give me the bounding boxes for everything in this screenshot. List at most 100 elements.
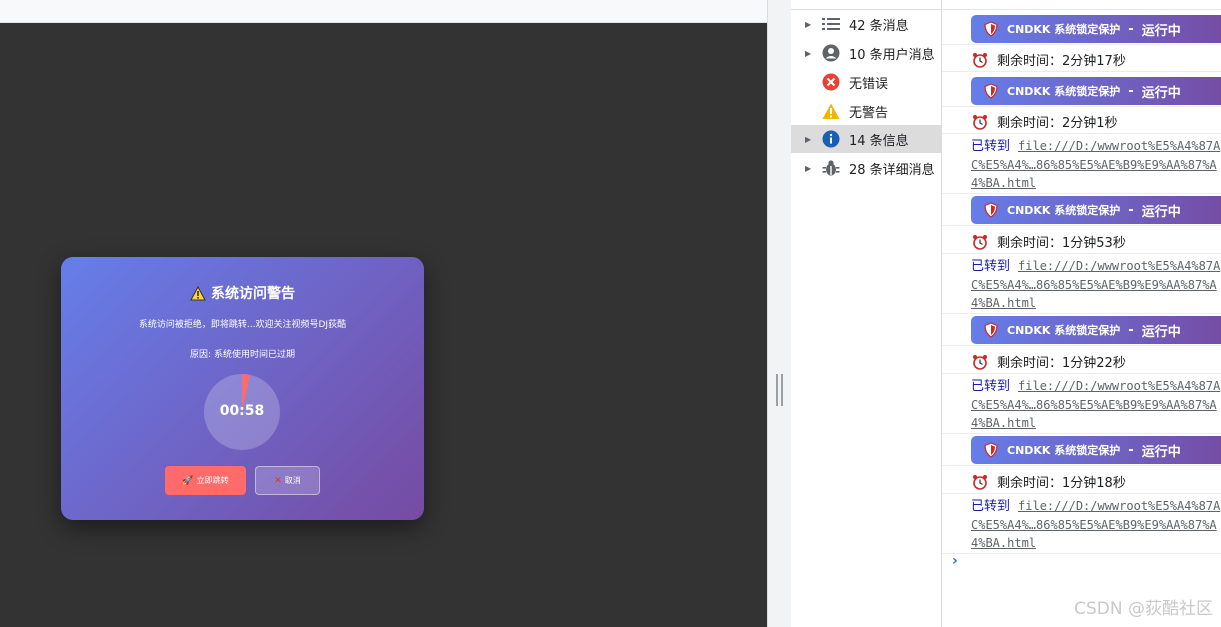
- redirect-line: 已转到 file:///D:/wwwroot%E5%A4%87AC%E5%A4%……: [971, 257, 1221, 312]
- sidebar-item-messages[interactable]: ▶ 42 条消息: [791, 10, 941, 38]
- warning-modal: 系统访问警告 系统访问被拒绝，即将跳转...欢迎关注视频号DJ荻酷 原因: 系统…: [61, 257, 424, 520]
- console-message-banner[interactable]: CNDKK 系统锁定保护 - 运行中: [942, 73, 1221, 107]
- banner-text: CNDKK 系统锁定保护: [1007, 324, 1121, 337]
- countdown-text: 00:58: [219, 403, 265, 419]
- expand-arrow-icon[interactable]: ▶: [805, 164, 815, 173]
- sidebar-item-label: 无警告: [849, 105, 889, 121]
- redirect-now-label: 立即跳转: [196, 476, 229, 485]
- banner-text: CNDKK 系统锁定保护: [1007, 444, 1121, 457]
- console-message-time[interactable]: 剩余时间： 1分钟18秒: [942, 468, 1221, 494]
- banner-separator: -: [1128, 322, 1134, 338]
- banner-status: 运行中: [1141, 444, 1181, 460]
- banner-separator: -: [1128, 21, 1134, 37]
- console-message-redirect[interactable]: 已转到 file:///D:/wwwroot%E5%A4%87AC%E5%A4%……: [942, 493, 1221, 554]
- expand-arrow-icon[interactable]: ▶: [805, 135, 815, 144]
- banner-text: CNDKK 系统锁定保护: [1007, 204, 1121, 217]
- banner-status: 运行中: [1141, 23, 1181, 39]
- banner-separator: -: [1128, 202, 1134, 218]
- rocket-icon: 🚀: [182, 475, 194, 486]
- cancel-button[interactable]: ✕ 取消: [255, 466, 320, 495]
- sidebar-item-label: 14 条信息: [849, 133, 909, 149]
- time-line: 剩余时间： 2分钟1秒: [972, 112, 1118, 131]
- console-message-time[interactable]: 剩余时间： 2分钟1秒: [942, 108, 1221, 134]
- lock-banner: CNDKK 系统锁定保护 - 运行中: [971, 196, 1221, 224]
- redirect-now-button[interactable]: 🚀 立即跳转: [165, 466, 246, 495]
- console-message-redirect[interactable]: 已转到 file:///D:/wwwroot%E5%A4%87AC%E5%A4%……: [942, 253, 1221, 314]
- warning-icon: [821, 101, 841, 121]
- lock-banner: CNDKK 系统锁定保护 - 运行中: [971, 15, 1221, 43]
- time-line: 剩余时间： 1分钟53秒: [972, 232, 1126, 251]
- console-message-time[interactable]: 剩余时间： 1分钟53秒: [942, 228, 1221, 254]
- watermark: CSDN @荻酷社区: [1074, 599, 1213, 619]
- alarm-clock-icon: [973, 114, 987, 130]
- lock-banner: CNDKK 系统锁定保护 - 运行中: [971, 77, 1221, 105]
- sidebar-item-errors[interactable]: 无错误: [791, 68, 941, 96]
- sidebar-item-user-messages[interactable]: ▶ 10 条用户消息: [791, 39, 941, 67]
- console-prompt[interactable]: ›: [952, 553, 958, 569]
- lock-banner: CNDKK 系统锁定保护 - 运行中: [971, 316, 1221, 344]
- sidebar-item-label: 28 条详细消息: [849, 162, 935, 178]
- sidebar-item-label: 10 条用户消息: [849, 47, 935, 63]
- sidebar-item-label: 无错误: [849, 76, 889, 92]
- time-value: 1分钟22秒: [1062, 356, 1126, 371]
- drag-handle-icon[interactable]: [776, 374, 783, 406]
- panel-splitter[interactable]: [767, 0, 791, 627]
- close-icon: ✕: [274, 475, 282, 486]
- warning-icon: [190, 286, 206, 301]
- console-message-redirect[interactable]: 已转到 file:///D:/wwwroot%E5%A4%87AC%E5%A4%……: [942, 373, 1221, 434]
- console-sidebar: ▶ 42 条消息 ▶ 10 条用户消息 无错误 无警告 ▶ 14 条信息 ▶ 2…: [791, 0, 942, 627]
- console-message-banner[interactable]: CNDKK 系统锁定保护 - 运行中: [942, 11, 1221, 45]
- lock-banner: CNDKK 系统锁定保护 - 运行中: [971, 436, 1221, 464]
- sidebar-item-label: 42 条消息: [849, 18, 909, 34]
- redirect-label: 已转到: [971, 139, 1011, 154]
- banner-status: 运行中: [1141, 85, 1181, 101]
- banner-text: CNDKK 系统锁定保护: [1007, 85, 1121, 98]
- cancel-label: 取消: [284, 476, 301, 485]
- console-message-time[interactable]: 剩余时间： 1分钟22秒: [942, 348, 1221, 374]
- banner-status: 运行中: [1141, 324, 1181, 340]
- banner-separator: -: [1128, 83, 1134, 99]
- banner-separator: -: [1128, 442, 1134, 458]
- console-message-banner[interactable]: CNDKK 系统锁定保护 - 运行中: [942, 432, 1221, 466]
- time-value: 2分钟17秒: [1062, 54, 1126, 69]
- banner-status: 运行中: [1141, 204, 1181, 220]
- console-message-redirect[interactable]: 已转到 file:///D:/wwwroot%E5%A4%87AC%E5%A4%……: [942, 133, 1221, 194]
- list-icon: [821, 14, 841, 34]
- modal-title: 系统访问警告: [61, 283, 424, 303]
- time-prefix: 剩余时间：: [997, 476, 1063, 491]
- sidebar-item-verbose[interactable]: ▶ 28 条详细消息: [791, 154, 941, 182]
- time-line: 剩余时间： 2分钟17秒: [972, 50, 1126, 69]
- page-top-bar: [0, 0, 767, 23]
- page-viewport: 系统访问警告 系统访问被拒绝，即将跳转...欢迎关注视频号DJ荻酷 原因: 系统…: [0, 0, 767, 627]
- console-log: CNDKK 系统锁定保护 - 运行中 剩余时间： 2分钟17秒 CNDKK 系统锁…: [942, 0, 1221, 627]
- expand-arrow-icon[interactable]: ▶: [805, 20, 815, 29]
- expand-arrow-icon[interactable]: ▶: [805, 49, 815, 58]
- alarm-clock-icon: [973, 52, 987, 68]
- time-line: 剩余时间： 1分钟18秒: [972, 472, 1126, 491]
- sidebar-item-warnings[interactable]: 无警告: [791, 97, 941, 125]
- redirect-label: 已转到: [971, 259, 1011, 274]
- alarm-clock-icon: [973, 474, 987, 490]
- sidebar-item-info[interactable]: ▶ 14 条信息: [791, 125, 941, 153]
- time-line: 剩余时间： 1分钟22秒: [972, 352, 1126, 371]
- user-icon: [821, 43, 841, 63]
- time-value: 1分钟53秒: [1062, 236, 1126, 251]
- time-value: 2分钟1秒: [1062, 116, 1118, 131]
- console-message-banner[interactable]: CNDKK 系统锁定保护 - 运行中: [942, 192, 1221, 226]
- modal-title-text: 系统访问警告: [211, 286, 295, 302]
- modal-message: 系统访问被拒绝，即将跳转...欢迎关注视频号DJ荻酷: [138, 320, 347, 330]
- banner-text: CNDKK 系统锁定保护: [1007, 23, 1121, 36]
- time-prefix: 剩余时间：: [997, 116, 1063, 131]
- shield-icon: [984, 202, 998, 218]
- console-message-banner[interactable]: CNDKK 系统锁定保护 - 运行中: [942, 312, 1221, 346]
- time-prefix: 剩余时间：: [997, 236, 1063, 251]
- alarm-clock-icon: [973, 234, 987, 250]
- shield-icon: [984, 322, 998, 338]
- redirect-label: 已转到: [971, 499, 1011, 514]
- redirect-line: 已转到 file:///D:/wwwroot%E5%A4%87AC%E5%A4%……: [971, 137, 1221, 192]
- console-message-time[interactable]: 剩余时间： 2分钟17秒: [942, 46, 1221, 72]
- info-icon: [821, 129, 841, 149]
- time-value: 1分钟18秒: [1062, 476, 1126, 491]
- alarm-clock-icon: [973, 354, 987, 370]
- shield-icon: [984, 442, 998, 458]
